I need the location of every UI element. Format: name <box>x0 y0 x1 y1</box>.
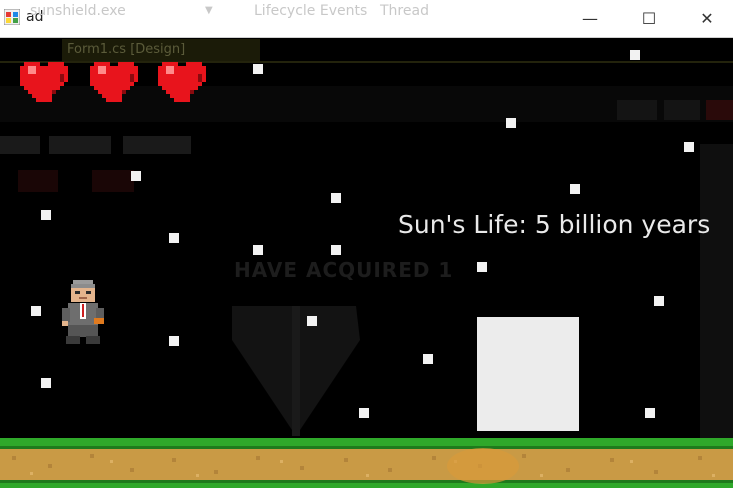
star-particle <box>654 296 664 306</box>
minimize-icon: — <box>582 9 598 28</box>
star-particle <box>423 354 433 364</box>
ghost-block <box>0 136 40 154</box>
star-particle <box>331 245 341 255</box>
star-particle <box>630 50 640 60</box>
ghost-block <box>123 136 191 154</box>
ghost-banner-text: HAVE ACQUIRED 1 <box>234 258 454 282</box>
star-particle <box>41 210 51 220</box>
star-particle <box>359 408 369 418</box>
grass-ground-tiles <box>0 438 733 488</box>
ghost-lifecycle-label: Lifecycle Events <box>254 3 368 19</box>
player-character-icon <box>62 280 104 344</box>
star-particle <box>331 193 341 203</box>
star-particle <box>477 262 487 272</box>
ghost-side-panel <box>700 144 733 444</box>
window-titlebar: ad sunshield.exe ▼ Lifecycle Events Thre… <box>0 0 733 38</box>
close-icon: ✕ <box>700 9 714 28</box>
star-particle <box>41 378 51 388</box>
ghost-block <box>706 100 733 120</box>
star-particle <box>253 64 263 74</box>
ghost-block <box>664 100 700 120</box>
star-particle <box>31 306 41 316</box>
ghost-thread-label: Thread <box>380 3 429 19</box>
windows-forms-app-icon <box>4 9 20 25</box>
ghost-process-label: sunshield.exe <box>30 3 126 19</box>
star-particle <box>307 316 317 326</box>
star-particle <box>570 184 580 194</box>
star-particle <box>169 336 179 346</box>
sun-life-label: Sun's Life: 5 billion years <box>398 210 711 239</box>
ghost-block <box>617 100 657 120</box>
maximize-icon: ☐ <box>641 9 657 28</box>
heart-icon <box>158 62 206 102</box>
game-canvas[interactable]: Form1.cs [Design] HAVE ACQUIRED 1 Sun's … <box>0 38 733 488</box>
star-particle <box>253 245 263 255</box>
star-particle <box>645 408 655 418</box>
star-particle <box>506 118 516 128</box>
star-particle <box>169 233 179 243</box>
star-particle <box>684 142 694 152</box>
ghost-shield-icon <box>232 306 360 436</box>
ghost-block <box>18 170 58 192</box>
star-particle <box>131 171 141 181</box>
heart-icon <box>20 62 68 102</box>
heart-icon <box>90 62 138 102</box>
maximize-button[interactable]: ☐ <box>626 0 672 37</box>
minimize-button[interactable]: — <box>567 0 613 37</box>
ghost-dropdown-icon: ▼ <box>205 5 213 16</box>
close-button[interactable]: ✕ <box>684 0 730 37</box>
ghost-block <box>49 136 111 154</box>
ghost-block <box>92 170 134 192</box>
sun-block <box>477 317 579 431</box>
